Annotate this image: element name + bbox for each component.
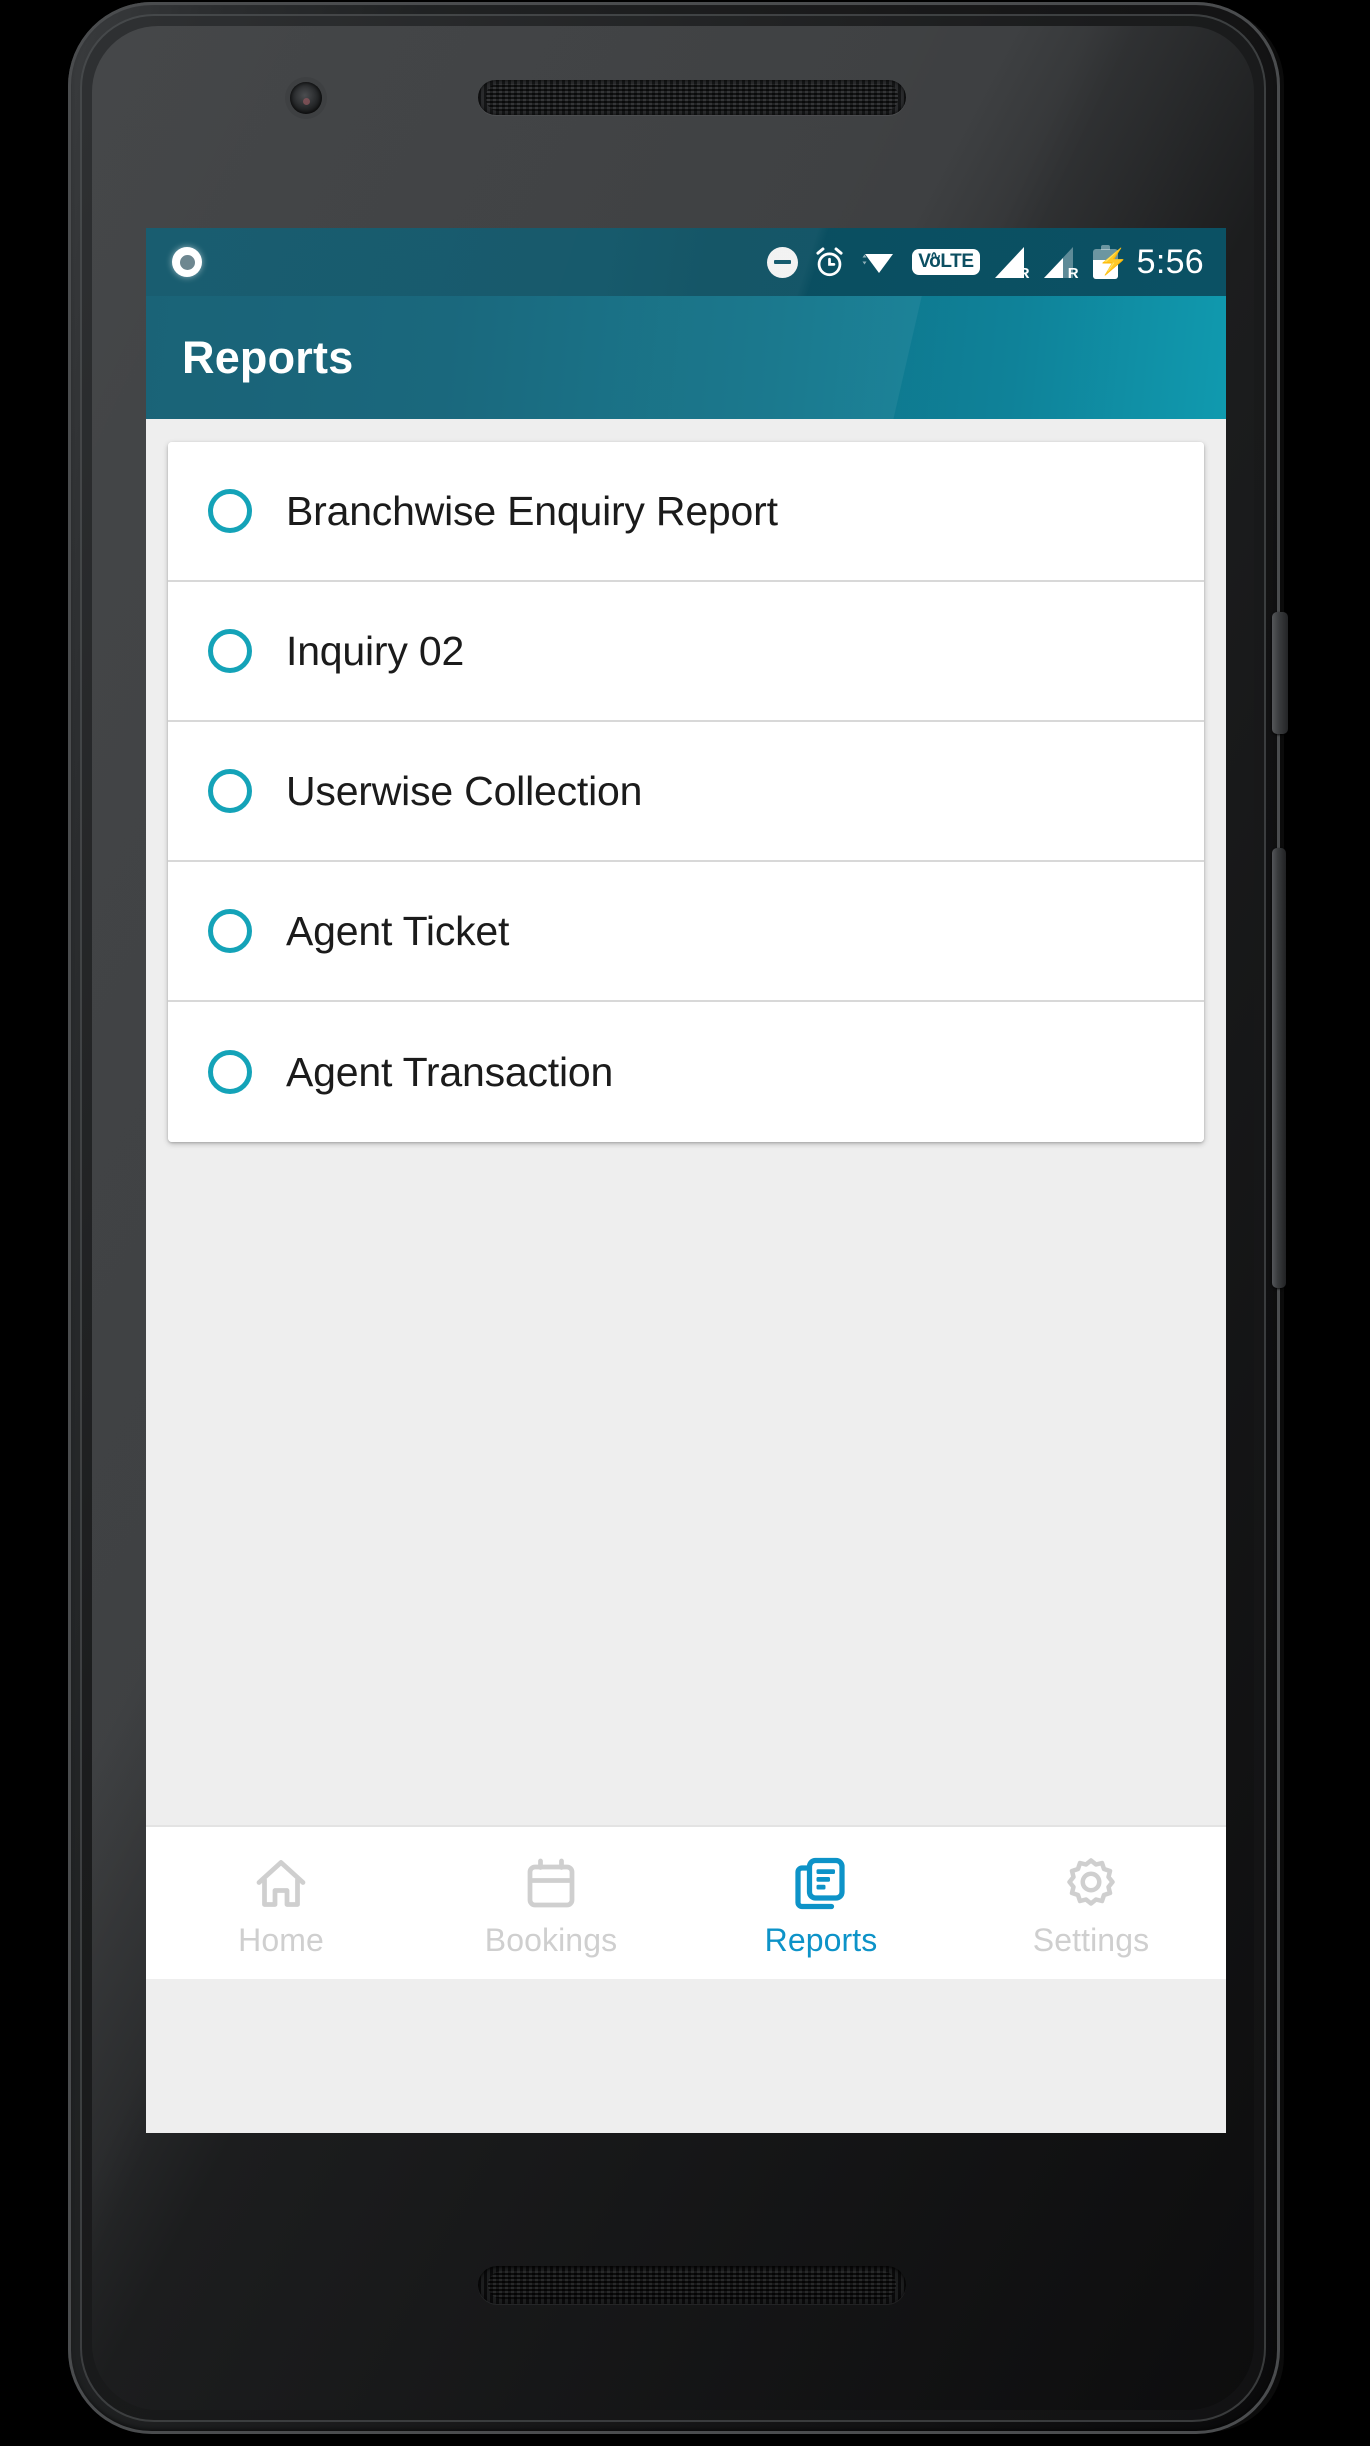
front-camera-icon [290,82,322,114]
radio-button-icon[interactable] [208,769,252,813]
battery-charging-icon: ⚡ [1092,245,1129,279]
home-icon [251,1854,311,1914]
report-label: Agent Transaction [286,1048,614,1095]
volume-rocker-button[interactable] [1272,848,1286,1288]
page-title: Reports [182,331,354,383]
report-label: Branchwise Enquiry Report [286,487,778,534]
report-row-agent-ticket[interactable]: Agent Ticket [168,862,1204,1002]
volte-wave-icon: ∿ [930,248,941,263]
nav-item-bookings[interactable]: Bookings [416,1827,686,1979]
status-bar-right: VoLTE ∿ R R ⚡ 5:56 [767,243,1204,282]
volte-icon: VoLTE ∿ [912,248,980,275]
nav-item-home[interactable]: Home [146,1827,416,1979]
radio-button-icon[interactable] [208,909,252,953]
report-row-agent-transaction[interactable]: Agent Transaction [168,1002,1204,1142]
screenshot-scene: VoLTE ∿ R R ⚡ 5:56 [0,0,1370,2446]
reports-document-icon [791,1854,851,1914]
nav-label: Reports [764,1921,878,1958]
alarm-icon [813,246,846,279]
phone-screen: VoLTE ∿ R R ⚡ 5:56 [146,228,1226,2133]
status-bar-clock: 5:56 [1136,242,1204,281]
power-button[interactable] [1272,612,1288,734]
nav-label: Home [238,1921,324,1958]
roaming-label-1: R [1018,264,1030,282]
radio-button-icon[interactable] [208,1050,252,1094]
signal-sim2-roaming-icon: R [1043,246,1079,282]
notification-circle-icon [172,247,202,277]
report-row-branchwise-enquiry-report[interactable]: Branchwise Enquiry Report [168,442,1204,582]
reports-card: Branchwise Enquiry Report Inquiry 02 Use… [168,442,1204,1142]
do-not-disturb-icon [767,246,799,278]
wifi-icon [861,247,897,277]
report-label: Userwise Collection [286,767,643,814]
report-label: Agent Ticket [286,907,510,954]
status-bar-left [172,247,202,277]
nav-item-settings[interactable]: Settings [956,1827,1226,1979]
nav-label: Settings [1032,1921,1150,1958]
speaker-grille-icon [478,2266,906,2304]
radio-button-icon[interactable] [208,489,252,533]
nav-item-reports[interactable]: Reports [686,1827,956,1979]
gear-icon [1061,1854,1121,1914]
signal-sim1-roaming-icon: R [994,246,1030,282]
roaming-label-2: R [1067,264,1079,282]
status-bar: VoLTE ∿ R R ⚡ 5:56 [146,228,1226,296]
report-row-userwise-collection[interactable]: Userwise Collection [168,722,1204,862]
nav-label: Bookings [484,1921,618,1958]
app-bar: Reports [146,296,1226,419]
radio-button-icon[interactable] [208,629,252,673]
report-label: Inquiry 02 [286,627,465,674]
bottom-navigation-bar: Home Bookings Reports Settings [146,1825,1226,1979]
report-row-inquiry-02[interactable]: Inquiry 02 [168,582,1204,722]
earpiece-grille-icon [478,80,906,115]
content-area: Branchwise Enquiry Report Inquiry 02 Use… [146,419,1226,1979]
calendar-icon [521,1854,581,1914]
volte-label-lte: LTE [940,251,974,272]
volte-label-v: V [918,251,930,272]
